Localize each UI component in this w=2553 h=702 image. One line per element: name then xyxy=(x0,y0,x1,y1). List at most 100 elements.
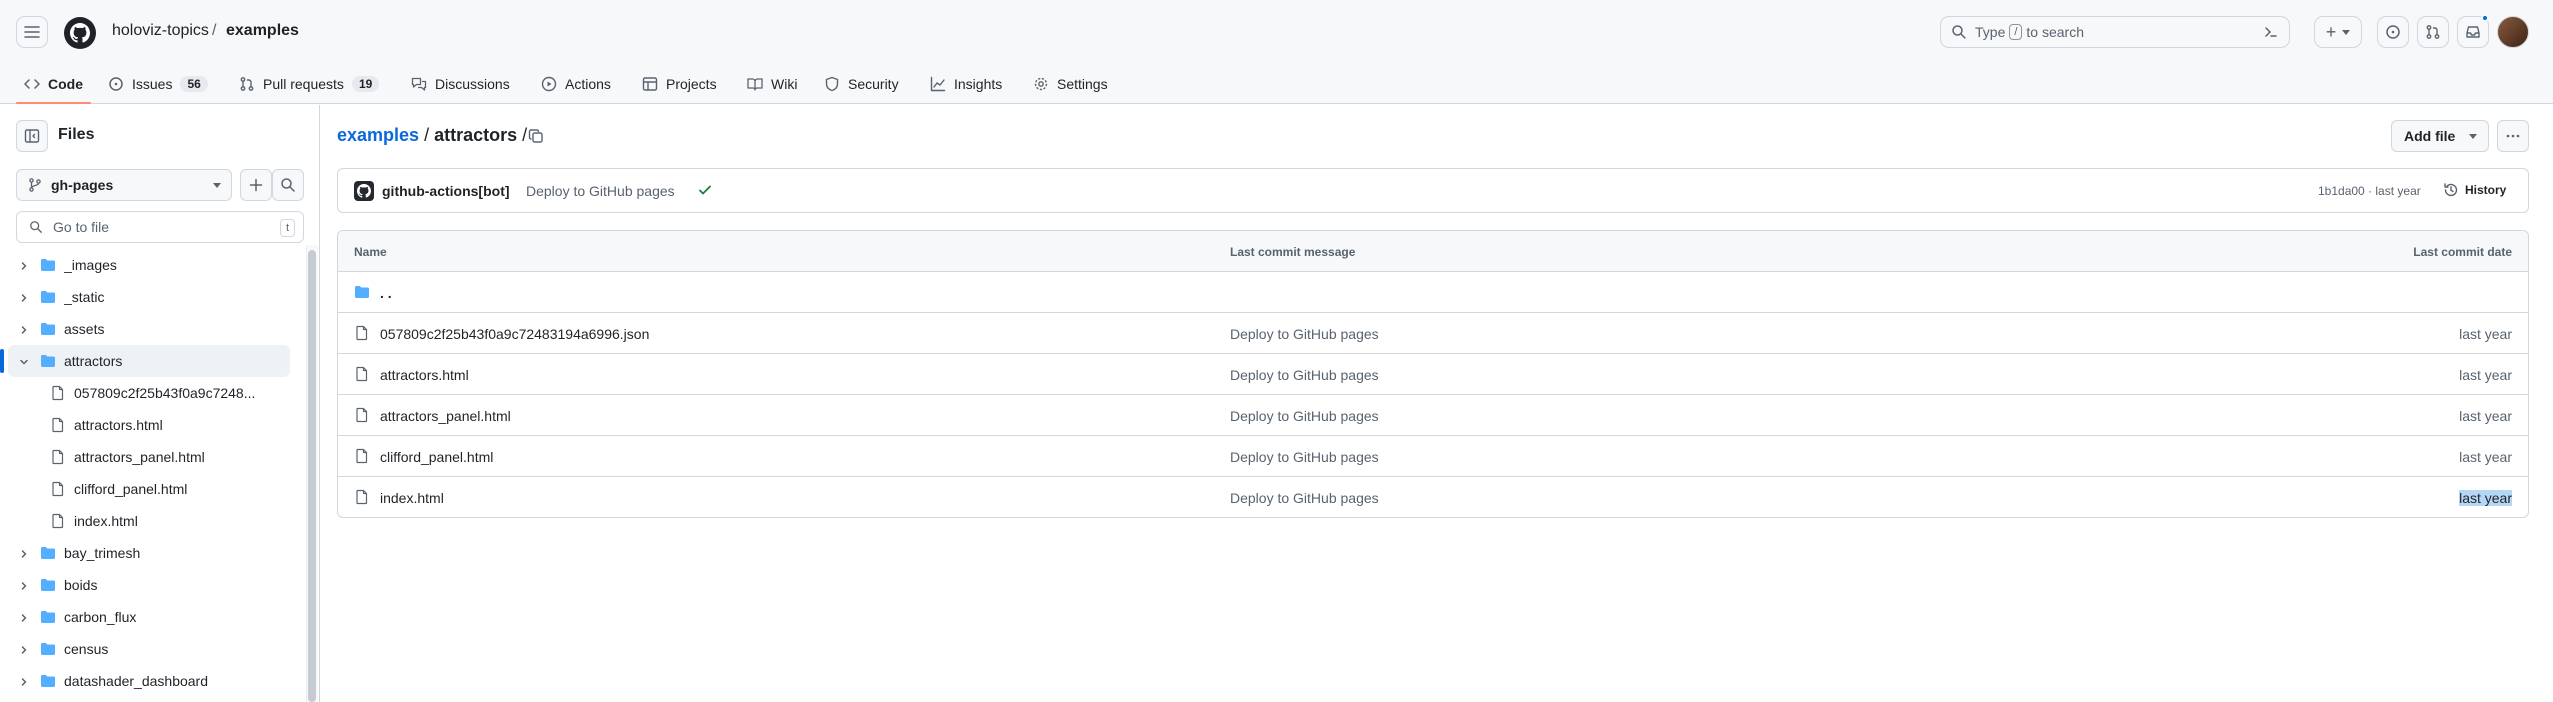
file-name-link[interactable]: clifford_panel.html xyxy=(380,449,493,465)
chevron-right-icon[interactable] xyxy=(18,579,30,595)
chevron-right-icon[interactable] xyxy=(18,323,30,339)
tree-item[interactable]: census xyxy=(8,633,290,665)
chevron-right-icon[interactable] xyxy=(18,675,30,691)
collapse-sidebar-icon[interactable] xyxy=(16,120,48,152)
file-name-link[interactable]: 057809c2f25b43f0a9c72483194a6996.json xyxy=(380,326,649,342)
tree-item[interactable]: carbon_flux xyxy=(8,601,290,633)
check-icon[interactable] xyxy=(697,182,713,203)
copy-path-icon[interactable] xyxy=(522,124,550,148)
tree-item[interactable]: assets xyxy=(8,313,290,345)
issues-icon[interactable] xyxy=(2377,16,2409,48)
search-files-icon[interactable] xyxy=(272,169,304,201)
parent-directory-row[interactable]: . . xyxy=(338,272,2528,313)
file-name-link[interactable]: attractors.html xyxy=(380,367,469,383)
chevron-right-icon[interactable] xyxy=(18,259,30,275)
tree-item[interactable]: _static xyxy=(8,281,290,313)
tab-settings[interactable]: Settings xyxy=(1033,64,1108,104)
commit-author-link[interactable]: github-actions[bot] xyxy=(382,183,510,199)
hamburger-menu-icon[interactable] xyxy=(16,16,48,48)
commit-message-link[interactable]: Deploy to GitHub pages xyxy=(1230,449,1379,465)
chevron-right-icon[interactable] xyxy=(18,291,30,307)
file-name-link[interactable]: index.html xyxy=(380,490,444,506)
global-header: holoviz-topics / examples Type / to sear… xyxy=(0,0,2553,64)
tab-pull-requests[interactable]: Pull requests 19 xyxy=(239,64,380,104)
chevron-right-icon[interactable] xyxy=(18,643,30,659)
add-file-label: Add file xyxy=(2404,128,2456,144)
chevron-down-icon xyxy=(2469,133,2478,139)
table-row[interactable]: clifford_panel.html Deploy to GitHub page… xyxy=(338,436,2528,477)
file-icon xyxy=(50,481,66,500)
tab-insights[interactable]: Insights xyxy=(930,64,1002,104)
add-file-button[interactable]: Add file xyxy=(2391,120,2489,152)
file-tree-sidebar: Files gh-pages Go to file t _images _stat… xyxy=(0,105,320,702)
tab-projects[interactable]: Projects xyxy=(642,64,717,104)
commit-message-link[interactable]: Deploy to GitHub pages xyxy=(1230,326,1379,342)
commit-sha-and-date[interactable]: 1b1da00 · last year xyxy=(2318,184,2421,198)
chevron-down-icon xyxy=(213,182,221,188)
commit-date: last year xyxy=(2459,367,2512,383)
tab-label: Settings xyxy=(1057,76,1108,92)
latest-commit-bar: github-actions[bot] Deploy to GitHub pag… xyxy=(337,168,2529,213)
tree-item[interactable]: datashader_dashboard xyxy=(8,665,290,697)
discussions-icon xyxy=(411,77,427,91)
tree-item[interactable]: 057809c2f25b43f0a9c7248... xyxy=(8,377,290,409)
bot-avatar[interactable] xyxy=(354,181,374,201)
tab-issues[interactable]: Issues 56 xyxy=(108,64,208,104)
tab-label: Actions xyxy=(565,76,611,92)
github-logo-icon[interactable] xyxy=(64,17,96,49)
breadcrumb-root-link[interactable]: examples xyxy=(337,125,419,146)
issues-count-badge: 56 xyxy=(180,76,208,92)
tab-security[interactable]: Security xyxy=(824,64,899,104)
column-header-message: Last commit message xyxy=(1230,245,1356,259)
commit-message-link[interactable]: Deploy to GitHub pages xyxy=(1230,490,1379,506)
tree-item[interactable]: _images xyxy=(8,249,290,281)
tab-actions[interactable]: Actions xyxy=(541,64,611,104)
tab-label: Discussions xyxy=(435,76,510,92)
branch-name: gh-pages xyxy=(51,177,114,193)
tree-item[interactable]: boids xyxy=(8,569,290,601)
go-to-file-input[interactable]: Go to file t xyxy=(16,211,304,243)
tab-discussions[interactable]: Discussions xyxy=(411,64,510,104)
commit-message-link[interactable]: Deploy to GitHub pages xyxy=(526,183,675,199)
breadcrumb-separator: / xyxy=(424,125,430,145)
tree-item[interactable]: attractors.html xyxy=(8,409,290,441)
tree-item[interactable]: bay_trimesh xyxy=(8,537,290,569)
tab-label: Issues xyxy=(132,76,173,92)
add-file-icon[interactable] xyxy=(240,169,272,201)
global-search-input[interactable]: Type / to search xyxy=(1940,16,2290,48)
tree-item[interactable]: index.html xyxy=(8,505,290,537)
pull-requests-icon[interactable] xyxy=(2417,16,2449,48)
tree-item-label: clifford_panel.html xyxy=(74,481,188,497)
header-owner-link[interactable]: holoviz-topics xyxy=(112,22,209,40)
chevron-right-icon[interactable] xyxy=(18,611,30,627)
create-new-button[interactable]: + xyxy=(2314,16,2362,48)
file-name-link[interactable]: attractors_panel.html xyxy=(380,408,511,424)
sidebar-scrollbar[interactable] xyxy=(308,250,316,702)
tab-label: Wiki xyxy=(771,76,798,92)
table-row[interactable]: index.html Deploy to GitHub pages last yea… xyxy=(338,477,2528,517)
chevron-down-icon[interactable] xyxy=(18,355,30,371)
tree-item[interactable]: attractors_panel.html xyxy=(8,441,290,473)
table-row[interactable]: 057809c2f25b43f0a9c72483194a6996.json Dep… xyxy=(338,313,2528,354)
search-shortcut-key: / xyxy=(2009,24,2023,40)
branch-selector[interactable]: gh-pages xyxy=(16,169,232,201)
tab-wiki[interactable]: Wiki xyxy=(747,64,797,104)
tree-item[interactable]: clifford_panel.html xyxy=(8,473,290,505)
tab-label: Insights xyxy=(954,76,1003,92)
commit-message-link[interactable]: Deploy to GitHub pages xyxy=(1230,408,1379,424)
folder-icon xyxy=(40,257,56,276)
tree-item-label: 057809c2f25b43f0a9c7248... xyxy=(74,385,256,401)
table-row[interactable]: attractors_panel.html Deploy to GitHub pa… xyxy=(338,395,2528,436)
user-avatar[interactable] xyxy=(2497,16,2529,48)
command-palette-icon[interactable] xyxy=(2263,24,2279,43)
parent-directory-link[interactable]: . . xyxy=(380,285,392,301)
sidebar-title: Files xyxy=(58,126,95,143)
commit-message-link[interactable]: Deploy to GitHub pages xyxy=(1230,367,1379,383)
table-row[interactable]: attractors.html Deploy to GitHub pages las… xyxy=(338,354,2528,395)
tab-code[interactable]: Code xyxy=(16,64,91,104)
history-button[interactable]: History xyxy=(2443,182,2506,198)
more-options-icon[interactable] xyxy=(2497,120,2529,152)
header-repo-link[interactable]: examples xyxy=(226,22,299,40)
tree-item[interactable]: attractors xyxy=(8,345,290,377)
chevron-right-icon[interactable] xyxy=(18,547,30,563)
